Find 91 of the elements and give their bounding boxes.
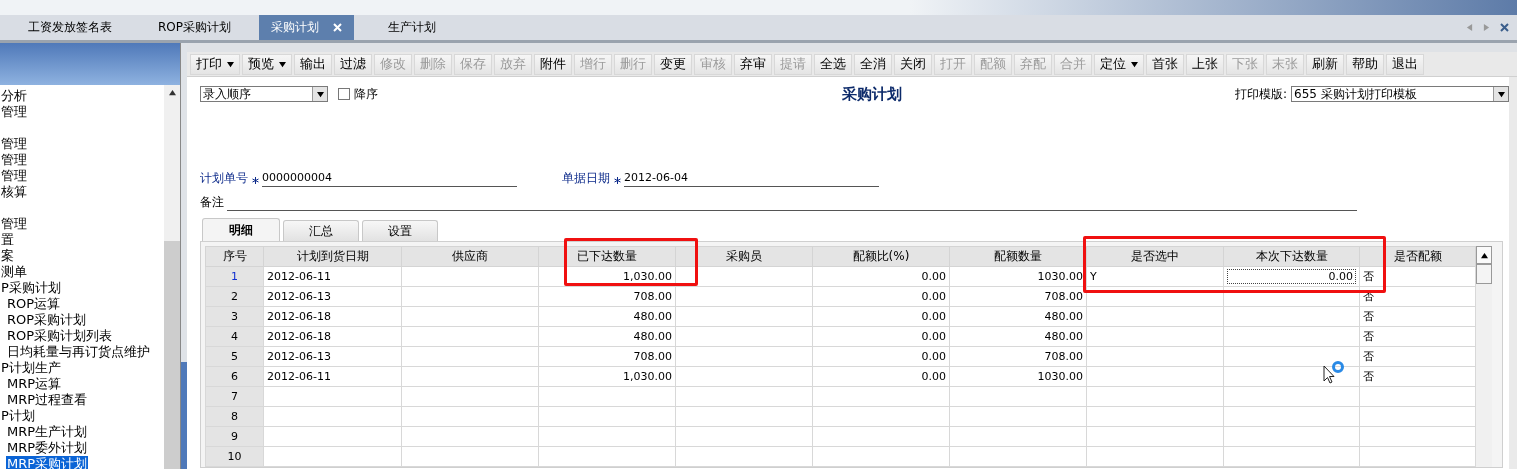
toolbar-button[interactable]: 上张	[1186, 53, 1224, 75]
document-tab[interactable]: 采购计划	[259, 15, 355, 40]
column-header[interactable]: 是否配额	[1359, 246, 1476, 267]
scroll-up-icon	[168, 89, 176, 97]
tab[interactable]: 设置	[362, 220, 438, 241]
tree-item[interactable]: P采购计划	[0, 280, 62, 296]
scrollbar[interactable]	[1476, 246, 1492, 467]
toolbar-button[interactable]: 全消	[854, 53, 892, 75]
column-header[interactable]: 配额数量	[949, 246, 1087, 267]
column-header[interactable]: 计划到货日期	[263, 246, 402, 267]
column-header[interactable]: 已下达数量	[538, 246, 676, 267]
toolbar-button[interactable]: 全选	[814, 53, 852, 75]
sort-dropdown[interactable]: 录入顺序	[200, 86, 328, 102]
row-number[interactable]: 3	[205, 306, 264, 327]
form-title: 采购计划	[842, 84, 902, 104]
field-label: 计划单号	[200, 170, 248, 187]
tree-item[interactable]: MRP运算	[6, 376, 63, 392]
checkbox[interactable]	[338, 88, 350, 100]
caret-icon	[316, 90, 324, 98]
tree-item[interactable]: P计划生产	[0, 360, 62, 376]
column-header[interactable]: 序号	[205, 246, 264, 267]
column-header[interactable]: 是否选中	[1086, 246, 1224, 267]
toolbar-button[interactable]: 首张	[1146, 53, 1184, 75]
input-field[interactable]: 2012-06-04	[624, 171, 879, 187]
tree-item[interactable]: 核算	[0, 184, 28, 200]
column-header[interactable]: 本次下达数量	[1223, 246, 1360, 267]
print-template-label: 打印模版:	[1234, 85, 1287, 103]
tree-item[interactable]: 管理	[0, 120, 28, 152]
row-number[interactable]: 6	[205, 366, 264, 387]
document-tab[interactable]: ROP采购计划	[146, 15, 244, 40]
row-number[interactable]: 10	[205, 446, 264, 467]
print-template-dropdown[interactable]: 655 采购计划打印模板	[1291, 86, 1509, 102]
row-number[interactable]: 9	[205, 426, 264, 447]
tree-item[interactable]: 管理	[0, 104, 28, 120]
document-tab[interactable]: 工资发放签名表	[16, 15, 124, 40]
scroll-left-icon	[1466, 24, 1473, 31]
tree-item[interactable]: 管理	[0, 200, 28, 232]
field-label: 备注	[200, 194, 224, 211]
toolbar-button[interactable]: 定位	[1094, 53, 1144, 75]
busy-cursor-icon	[1323, 360, 1345, 386]
scroll-up-icon	[1480, 251, 1488, 259]
checkbox-label: 降序	[354, 85, 378, 103]
toolbar-button[interactable]: 关闭	[894, 53, 932, 75]
field-label: 单据日期	[562, 170, 610, 187]
tree-item[interactable]: MRP采购计划	[6, 456, 89, 469]
tab[interactable]: 汇总	[283, 220, 359, 241]
tree-item[interactable]: 测单	[0, 264, 28, 280]
toolbar-button[interactable]: 帮助	[1346, 53, 1384, 75]
tree-item[interactable]: 管理	[0, 152, 28, 168]
scrollbar[interactable]	[164, 85, 180, 469]
scrollbar-thumb[interactable]	[1476, 264, 1492, 284]
caret-icon	[279, 60, 286, 68]
tree-item[interactable]: 案	[0, 248, 15, 264]
toolbar-button[interactable]: 预览	[242, 53, 292, 75]
tree-item[interactable]: 管理	[0, 168, 28, 184]
tree-item[interactable]: MRP生产计划	[6, 424, 89, 440]
column-header[interactable]: 供应商	[401, 246, 539, 267]
splitter[interactable]	[181, 43, 187, 469]
document-tab[interactable]: 生产计划	[376, 15, 449, 40]
tree-item[interactable]: MRP委外计划	[6, 440, 89, 456]
caret-icon	[1131, 60, 1138, 68]
tree-item[interactable]: ROP采购计划列表	[6, 328, 114, 344]
toolbar-button[interactable]: 刷新	[1306, 53, 1344, 75]
row-number[interactable]: 4	[205, 326, 264, 347]
toolbar-button[interactable]: 过滤	[334, 53, 372, 75]
toolbar-button[interactable]: 变更	[654, 53, 692, 75]
tree-item[interactable]: 置	[0, 232, 15, 248]
close-icon[interactable]	[1500, 23, 1509, 32]
row-number[interactable]: 7	[205, 386, 264, 407]
tree-item[interactable]: 日均耗量与再订货点维护	[6, 344, 151, 360]
tree-item[interactable]: ROP采购计划	[6, 312, 88, 328]
row-number[interactable]: 1	[205, 266, 264, 287]
caret-icon	[1497, 90, 1505, 98]
row-number[interactable]: 2	[205, 286, 264, 307]
tree-item[interactable]: ROP运算	[6, 296, 62, 312]
caret-icon	[227, 60, 234, 68]
toolbar-button[interactable]: 弃审	[734, 53, 772, 75]
toolbar-button[interactable]: 退出	[1386, 53, 1424, 75]
row-number[interactable]: 5	[205, 346, 264, 367]
tree-item[interactable]: 分析	[0, 88, 28, 104]
tab[interactable]: 明细	[202, 218, 280, 241]
column-header[interactable]: 配额比(%)	[812, 246, 950, 267]
toolbar-button[interactable]: 附件	[534, 53, 572, 75]
toolbar-button[interactable]: 打印	[190, 53, 240, 75]
tree-item[interactable]: P计划	[0, 408, 36, 424]
row-number[interactable]: 8	[205, 406, 264, 427]
tree-item[interactable]: MRP过程查看	[6, 392, 89, 408]
input-field[interactable]: 0000000004	[262, 171, 517, 187]
scroll-right-icon	[1483, 24, 1490, 31]
toolbar-button[interactable]: 输出	[294, 53, 332, 75]
column-header[interactable]: 采购员	[675, 246, 813, 267]
